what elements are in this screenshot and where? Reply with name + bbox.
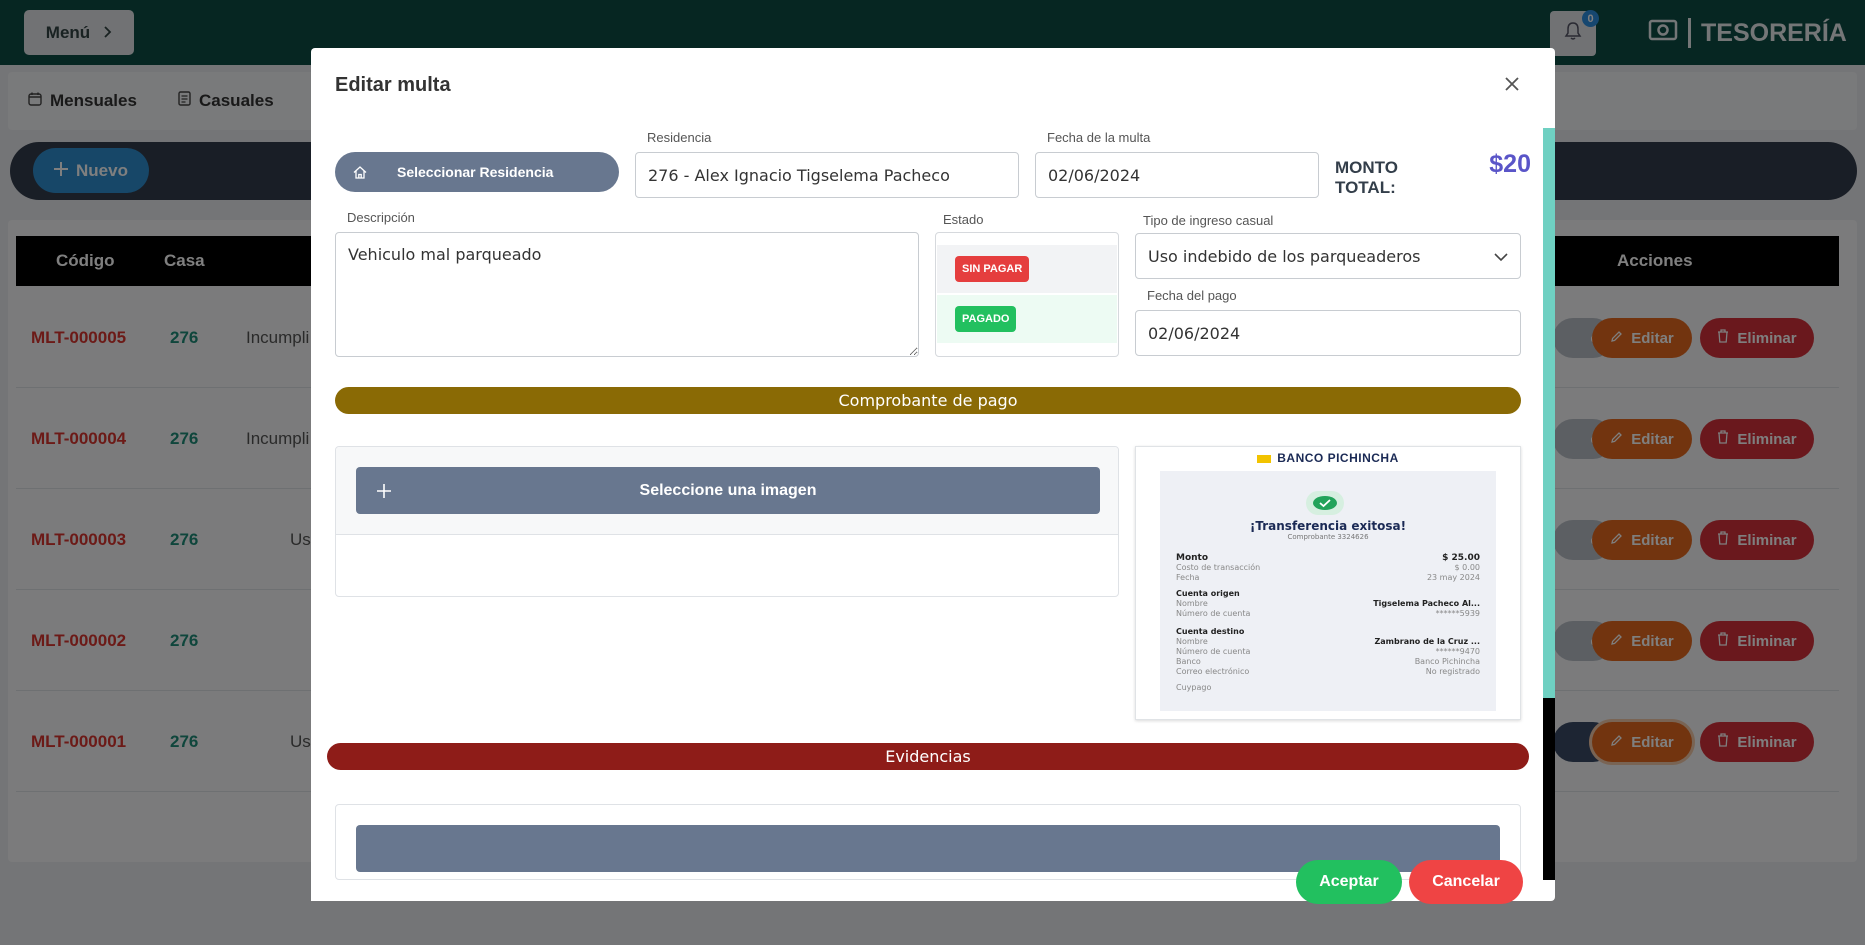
receipt-subtitle: Comprobante 3324626 <box>1287 533 1369 541</box>
dest-account-row: Número de cuenta ******9470 <box>1176 647 1480 657</box>
total-value: $20 <box>1489 150 1531 178</box>
income-type-value: Uso indebido de los parqueaderos <box>1148 246 1421 266</box>
origin-name-row: Nombre Tigselema Pacheco Al... <box>1176 599 1480 609</box>
description-label: Descripción <box>347 210 415 225</box>
value: Tigselema Pacheco Al... <box>1373 599 1480 608</box>
edit-fine-modal: Editar multa Seleccionar Residencia Resi… <box>311 48 1555 904</box>
chevron-down-icon <box>1494 247 1508 266</box>
label: Nombre <box>1176 599 1208 608</box>
label: Costo de transacción <box>1176 563 1261 572</box>
select-residence-button[interactable]: Seleccionar Residencia <box>335 152 619 192</box>
label: Nombre <box>1176 637 1208 646</box>
cancel-button[interactable]: Cancelar <box>1409 860 1523 904</box>
income-type-select[interactable]: Uso indebido de los parqueaderos <box>1135 233 1521 279</box>
label: Número de cuenta <box>1176 647 1251 656</box>
unpaid-badge: SIN PAGAR <box>955 256 1030 282</box>
status-option-unpaid[interactable]: SIN PAGAR <box>937 245 1117 293</box>
label: Banco <box>1176 657 1201 666</box>
value: ******9470 <box>1435 647 1480 656</box>
bank-logo: BANCO PICHINCHA <box>1136 451 1520 465</box>
upload-header: Seleccione una imagen <box>336 447 1118 535</box>
income-type-label: Tipo de ingreso casual <box>1143 213 1274 228</box>
accept-button[interactable]: Aceptar <box>1296 860 1402 904</box>
origin-header: Cuenta origen <box>1176 589 1240 598</box>
value: $ 0.00 <box>1454 563 1480 572</box>
evidence-section-header: Evidencias <box>327 743 1529 770</box>
origin-account-row: Número de cuenta ******5939 <box>1176 609 1480 619</box>
residence-input[interactable]: 276 - Alex Ignacio Tigselema Pacheco <box>635 152 1019 198</box>
check-icon <box>1306 491 1344 515</box>
receipt-amount-row: Monto $ 25.00 <box>1176 553 1480 563</box>
value: Zambrano de la Cruz ... <box>1374 637 1480 646</box>
residence-label: Residencia <box>647 130 712 145</box>
payment-date-input[interactable]: 02/06/2024 <box>1135 310 1521 356</box>
value: Banco Pichincha <box>1414 657 1480 666</box>
value: No registrado <box>1425 667 1480 676</box>
label: Número de cuenta <box>1176 609 1251 618</box>
value: $ 25.00 <box>1442 553 1480 563</box>
receipt-upload-card: Seleccione una imagen <box>335 446 1119 597</box>
paid-badge: PAGADO <box>955 306 1017 332</box>
close-icon <box>1505 76 1519 96</box>
close-button[interactable] <box>1500 74 1524 98</box>
receipt-date-row: Fecha 23 may 2024 <box>1176 573 1480 583</box>
dest-email-row: Correo electrónico No registrado <box>1176 667 1480 677</box>
dest-name-row: Nombre Zambrano de la Cruz ... <box>1176 637 1480 647</box>
status-option-paid[interactable]: PAGADO <box>937 295 1117 343</box>
bank-name: BANCO PICHINCHA <box>1277 451 1399 465</box>
label: Cuypago <box>1176 683 1212 692</box>
total-label: MONTO TOTAL: <box>1335 158 1398 197</box>
receipt-fee-row: Costo de transacción $ 0.00 <box>1176 563 1480 573</box>
dest-header: Cuenta destino <box>1176 627 1245 636</box>
label: Correo electrónico <box>1176 667 1250 676</box>
fine-date-label: Fecha de la multa <box>1047 130 1151 145</box>
value: ******5939 <box>1435 609 1480 618</box>
select-image-label: Seleccione una imagen <box>639 481 817 499</box>
fine-date-input[interactable]: 02/06/2024 <box>1035 152 1319 198</box>
receipt-title: ¡Transferencia exitosa! <box>1249 519 1407 533</box>
status-listbox[interactable]: SIN PAGAR PAGADO <box>935 232 1119 357</box>
value: 23 may 2024 <box>1426 573 1480 582</box>
receipt-section-header: Comprobante de pago <box>335 387 1521 414</box>
label: Fecha <box>1176 573 1200 582</box>
bank-flag-icon <box>1257 454 1272 463</box>
receipt-footer: Cuypago <box>1176 683 1480 693</box>
receipt-image: BANCO PICHINCHA ¡Transferencia exitosa! … <box>1135 446 1521 720</box>
home-icon <box>353 165 367 179</box>
select-image-button[interactable]: Seleccione una imagen <box>356 467 1100 514</box>
plus-icon <box>376 483 392 499</box>
status-label: Estado <box>943 212 984 227</box>
payment-date-label: Fecha del pago <box>1147 288 1237 303</box>
dest-bank-row: Banco Banco Pichincha <box>1176 657 1480 667</box>
modal-title: Editar multa <box>335 74 451 96</box>
label: Monto <box>1176 553 1209 563</box>
select-residence-label: Seleccionar Residencia <box>397 164 554 180</box>
modal-scrollbar-thumb[interactable] <box>1543 128 1555 698</box>
description-textarea[interactable]: Vehiculo mal parqueado <box>335 232 919 357</box>
